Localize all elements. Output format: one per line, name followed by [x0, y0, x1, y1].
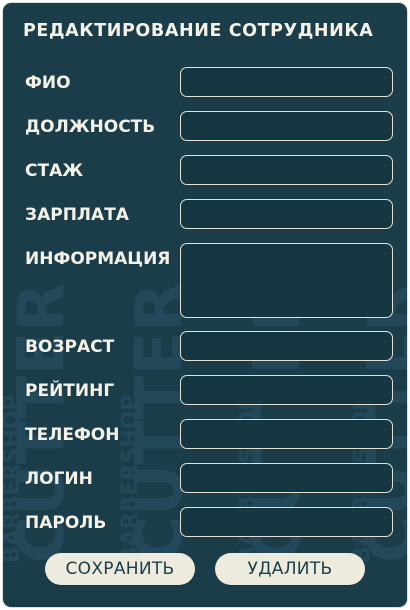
- login-label: ЛОГИН: [25, 469, 93, 489]
- fio-label: ФИО: [25, 73, 71, 93]
- position-label: ДОЛЖНОСТЬ: [25, 117, 156, 137]
- experience-input[interactable]: [180, 155, 393, 185]
- info-textarea[interactable]: [180, 243, 393, 318]
- password-input[interactable]: [180, 507, 393, 537]
- watermark-sub-2: BARBERSHOP: [118, 394, 143, 563]
- login-input[interactable]: [180, 463, 393, 493]
- position-input[interactable]: [180, 111, 393, 141]
- watermark-sub-1: BARBERSHOP: [3, 394, 25, 563]
- password-label: ПАРОЛЬ: [25, 513, 107, 533]
- phone-input[interactable]: [180, 419, 393, 449]
- age-label: ВОЗРАСТ: [25, 337, 115, 357]
- salary-input[interactable]: [180, 199, 393, 229]
- save-button[interactable]: СОХРАНИТЬ: [45, 553, 195, 585]
- edit-employee-panel: CUTTER BARBERSHOP CUTTER BARBERSHOP CUTT…: [3, 3, 407, 607]
- rating-label: РЕЙТИНГ: [25, 381, 115, 401]
- fio-input[interactable]: [180, 67, 393, 97]
- age-input[interactable]: [180, 331, 393, 361]
- salary-label: ЗАРПЛАТА: [25, 205, 129, 225]
- phone-label: ТЕЛЕФОН: [25, 425, 120, 445]
- info-label: ИНФОРМАЦИЯ: [25, 249, 171, 269]
- experience-label: СТАЖ: [25, 161, 84, 181]
- rating-input[interactable]: [180, 375, 393, 405]
- delete-button[interactable]: УДАЛИТЬ: [215, 553, 365, 585]
- page-title: РЕДАКТИРОВАНИЕ СОТРУДНИКА: [23, 21, 374, 41]
